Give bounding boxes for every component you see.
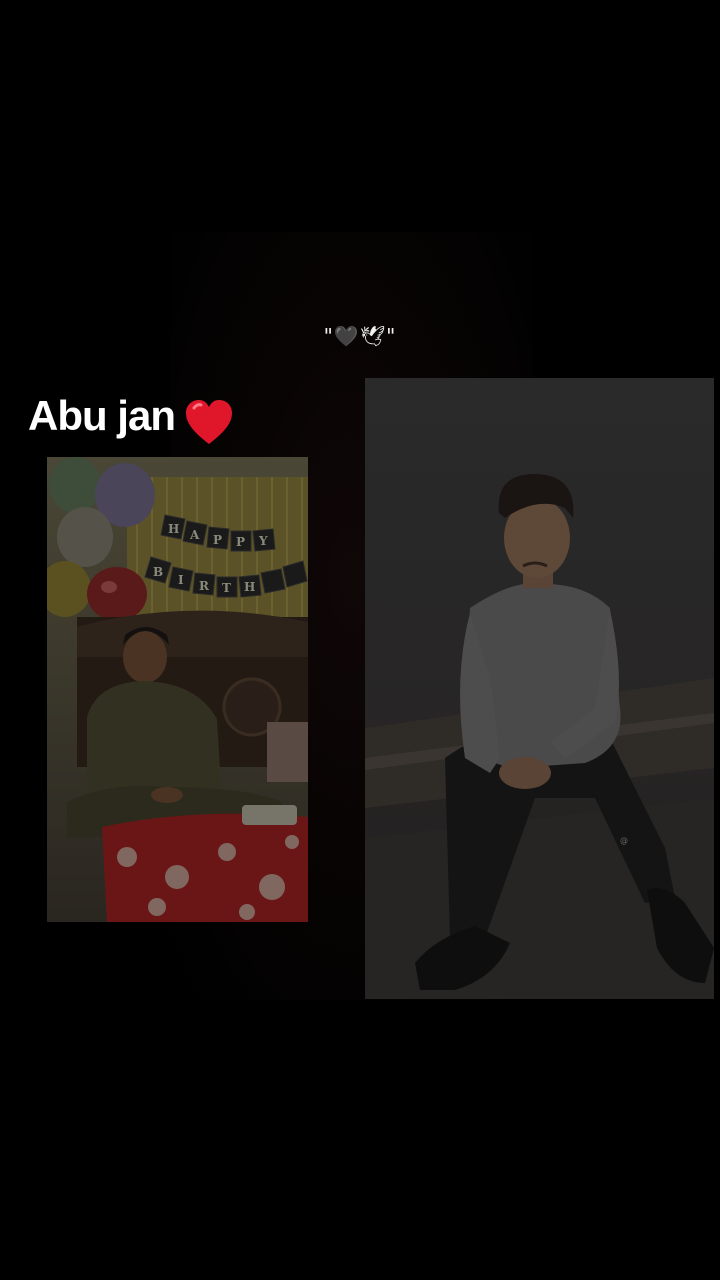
banner-letter: P [213, 533, 222, 547]
banner-letter: H [168, 522, 179, 536]
photo-abu-jan: H A P P Y B I R T H [47, 457, 308, 922]
banner-letter: Y [258, 534, 268, 548]
photo-me [365, 378, 714, 999]
banner-letter: B [153, 565, 163, 579]
watermark-text: @ [620, 836, 628, 845]
banner-letter: A [189, 528, 200, 542]
banner-letter: I [178, 573, 184, 587]
birthday-photo: H A P P Y B I R T H [47, 457, 308, 922]
left-label: Abu jan [28, 392, 176, 439]
portrait-photo [365, 378, 714, 999]
banner-letter: R [199, 579, 210, 593]
banner-letter: P [236, 535, 245, 549]
video-frame: "🖤🕊" Abu jan Me [0, 0, 720, 1280]
heart-icon [186, 400, 232, 444]
banner-letter: H [244, 580, 255, 594]
caption-text: "🖤🕊" [323, 324, 397, 348]
banner-letter: T [222, 581, 231, 595]
